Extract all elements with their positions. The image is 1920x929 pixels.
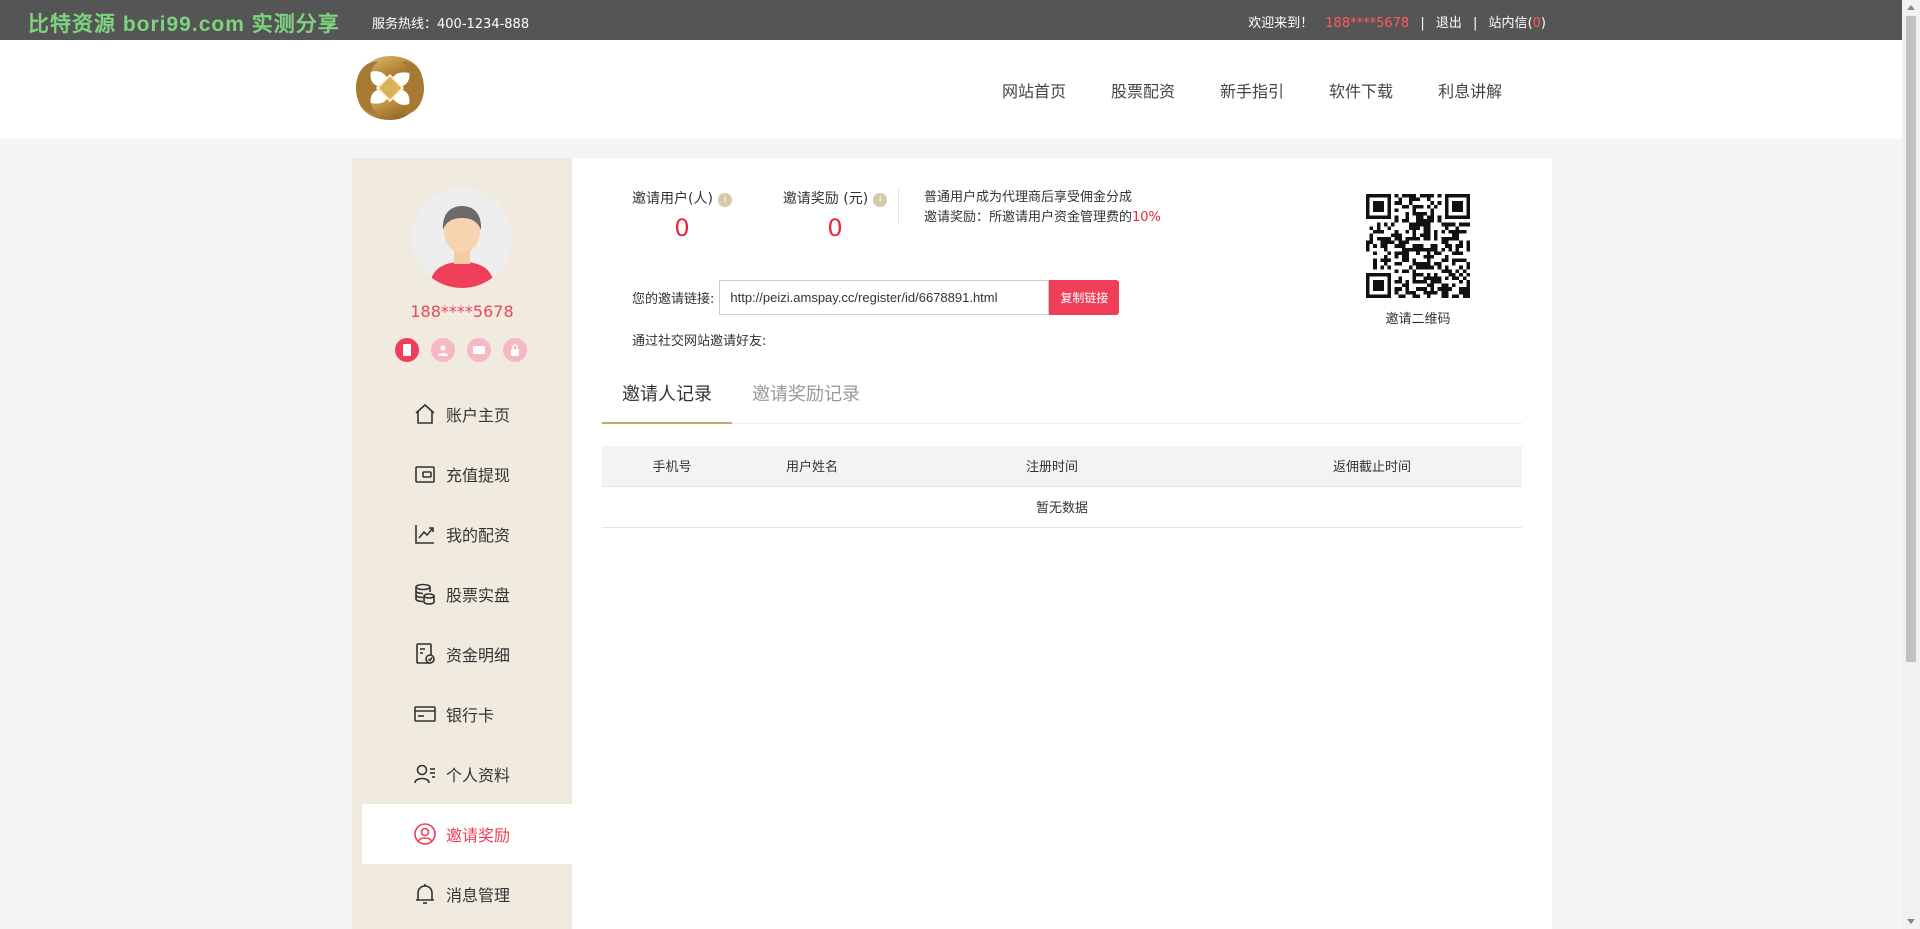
info-icon[interactable]: i <box>873 193 888 207</box>
sidebar-item-label: 消息管理 <box>446 886 511 905</box>
invited-users-stat: 邀请用户(人) i 0 <box>632 188 732 242</box>
description-line1: 普通用户成为代理商后享受佣金分成 <box>924 190 1133 205</box>
invite-link-label: 您的邀请链接: <box>632 292 715 307</box>
trend-chart-icon <box>412 521 438 547</box>
sidebar-item-invite-rewards[interactable]: 邀请奖励 <box>362 804 572 864</box>
scrollbar-thumb[interactable] <box>1906 16 1916 662</box>
qr-code-label: 邀请二维码 <box>1385 312 1451 327</box>
invite-reward-value: 0 <box>827 214 843 242</box>
column-header-register-time: 注册时间 <box>882 446 1222 487</box>
main-nav: 网站首页 股票配资 新手指引 软件下载 利息讲解 <box>1002 78 1547 102</box>
sidebar-item-label: 个人资料 <box>446 766 511 785</box>
inbox-label: 站内信 <box>1488 16 1528 31</box>
identity-verify-icon[interactable] <box>431 338 455 362</box>
invite-link-input[interactable] <box>719 280 1050 315</box>
commission-description: 普通用户成为代理商后享受佣金分成 邀请奖励：所邀请用户资金管理费的10% <box>924 188 1161 228</box>
sidebar-item-profile[interactable]: 个人资料 <box>362 744 572 804</box>
separator: | <box>1473 16 1478 31</box>
avatar-icon <box>412 188 512 288</box>
sidebar-item-label: 我的配资 <box>446 526 511 545</box>
sidebar-item-bank-card[interactable]: 银行卡 <box>362 684 572 744</box>
nav-stock-financing[interactable]: 股票配资 <box>1111 78 1175 102</box>
phone-verified-icon[interactable] <box>395 338 419 362</box>
sidebar-item-messages[interactable]: 消息管理 <box>362 864 572 924</box>
copy-link-button[interactable]: 复制链接 <box>1049 280 1120 315</box>
tab-invitee-records[interactable]: 邀请人记录 <box>602 368 732 424</box>
password-lock-icon[interactable] <box>503 338 527 362</box>
commission-rate: 10% <box>1132 210 1161 225</box>
separator: | <box>1420 16 1425 31</box>
bank-card-verify-icon[interactable] <box>467 338 491 362</box>
sidebar-menu: 账户主页 充值提现 我的配资 股票实盘 资金明细 银行卡 个人资料 邀请奖励 消… <box>362 384 572 924</box>
sidebar-item-deposit-withdraw[interactable]: 充值提现 <box>362 444 572 504</box>
bell-icon <box>412 881 438 907</box>
home-icon <box>412 401 438 427</box>
invite-reward-stat: 邀请奖励 (元) i 0 <box>780 188 890 242</box>
avatar <box>412 188 512 288</box>
coins-stack-icon <box>412 581 438 607</box>
sidebar-item-label: 账户主页 <box>446 406 511 425</box>
divider <box>898 188 899 224</box>
info-icon[interactable]: i <box>717 193 732 207</box>
sidebar: 188****5678 账户主页 充值提现 我的配资 股票实盘 资金明细 银行卡… <box>352 158 572 929</box>
invited-users-value: 0 <box>674 214 690 242</box>
user-circle-icon <box>412 821 438 847</box>
top-user-phone[interactable]: 188****5678 <box>1325 16 1409 31</box>
main-content: 邀请用户(人) i 0 邀请奖励 (元) i 0 普通用户成为代理商后享受佣金分成 … <box>572 158 1552 929</box>
sidebar-item-label: 资金明细 <box>446 646 511 665</box>
invitee-records-table: 手机号 用户姓名 注册时间 返佣截止时间 暂无数据 <box>602 446 1522 528</box>
brand-watermark: 比特资源 bori99.com 实测分享 <box>28 13 340 36</box>
verification-badges <box>395 338 539 362</box>
table-row: 暂无数据 <box>602 486 1522 528</box>
column-header-phone: 手机号 <box>602 446 742 487</box>
column-header-rebate-deadline: 返佣截止时间 <box>1222 446 1522 487</box>
wallet-icon <box>412 461 438 487</box>
social-invite-label: 通过社交网站邀请好友: <box>632 334 767 349</box>
column-header-username: 用户姓名 <box>742 446 882 487</box>
invited-users-label: 邀请用户(人) i <box>632 188 732 208</box>
bank-card-icon <box>412 701 438 727</box>
inbox-paren-close: ) <box>1540 16 1546 31</box>
nav-beginner-guide[interactable]: 新手指引 <box>1220 78 1284 102</box>
sidebar-item-fund-details[interactable]: 资金明细 <box>362 624 572 684</box>
invite-reward-label: 邀请奖励 (元) i <box>780 188 890 208</box>
sidebar-item-label: 充值提现 <box>446 466 511 485</box>
sidebar-item-label: 银行卡 <box>446 706 495 725</box>
inbox-link[interactable]: 站内信(0) <box>1489 16 1546 31</box>
sidebar-item-account-home[interactable]: 账户主页 <box>362 384 572 444</box>
user-profile-icon <box>412 761 438 787</box>
logout-link[interactable]: 退出 <box>1436 16 1462 31</box>
scroll-up-arrow-icon[interactable] <box>1907 5 1915 10</box>
inbox-count: 0 <box>1532 16 1541 31</box>
top-bar: 比特资源 bori99.com 实测分享 服务热线：400-1234-888 欢… <box>0 0 1902 40</box>
site-logo[interactable] <box>352 52 428 124</box>
sidebar-username: 188****5678 <box>410 302 514 321</box>
description-line2: 邀请奖励：所邀请用户资金管理费的10% <box>924 210 1161 225</box>
top-user-area: 欢迎来到！ 188****5678 | 退出 | 站内信(0) <box>1248 12 1546 31</box>
tab-reward-records[interactable]: 邀请奖励记录 <box>732 368 880 424</box>
records-tabs: 邀请人记录 邀请奖励记录 <box>602 368 1522 424</box>
sidebar-item-label: 股票实盘 <box>446 586 511 605</box>
ledger-icon <box>412 641 438 667</box>
table-header-row: 手机号 用户姓名 注册时间 返佣截止时间 <box>602 446 1522 487</box>
nav-software-download[interactable]: 软件下载 <box>1329 78 1393 102</box>
site-header: 网站首页 股票配资 新手指引 软件下载 利息讲解 <box>0 40 1902 139</box>
sidebar-item-stock-live[interactable]: 股票实盘 <box>362 564 572 624</box>
sidebar-item-my-financing[interactable]: 我的配资 <box>362 504 572 564</box>
nav-interest-explained[interactable]: 利息讲解 <box>1438 78 1502 102</box>
empty-table-message: 暂无数据 <box>602 486 1522 528</box>
invite-link-row: 您的邀请链接: 复制链接 <box>632 280 1120 315</box>
welcome-text: 欢迎来到！ <box>1248 16 1314 31</box>
page-scrollbar[interactable] <box>1902 0 1920 929</box>
nav-home[interactable]: 网站首页 <box>1002 78 1066 102</box>
service-hotline: 服务热线：400-1234-888 <box>372 17 530 32</box>
sidebar-item-label: 邀请奖励 <box>446 826 511 845</box>
qr-modules <box>1366 194 1470 298</box>
invite-qr-code <box>1366 194 1470 298</box>
scroll-down-arrow-icon[interactable] <box>1907 919 1915 924</box>
